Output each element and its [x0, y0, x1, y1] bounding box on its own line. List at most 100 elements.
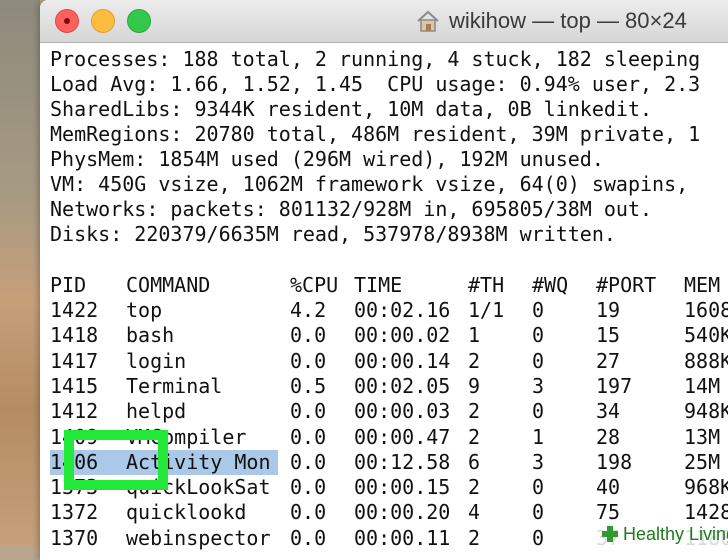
cell-pid: 1418 [50, 323, 99, 348]
cell-time: 00:02.05 [354, 373, 451, 398]
cell-threads: 2 [468, 424, 481, 449]
header-pid: PID [50, 273, 87, 297]
cell-mem: 13M [684, 424, 721, 449]
cell-wq: 1 [532, 424, 545, 449]
watermark-text: Healthy Living [623, 523, 728, 544]
cell-time: 00:00.11 [354, 525, 451, 550]
cell-threads: 6 [468, 449, 481, 474]
header-port: #PORT [596, 273, 657, 297]
annotation-highlight-box [64, 430, 168, 490]
cell-wq: 3 [532, 449, 545, 474]
cell-command: top [126, 298, 163, 322]
cell-time: 00:00.02 [354, 323, 451, 348]
cell-wq: 0 [532, 500, 545, 525]
cell-port: 15 [596, 323, 621, 348]
cell-time: 00:00.15 [354, 475, 451, 500]
cell-mem: 25M [684, 449, 721, 474]
header-mem: MEM [684, 273, 721, 297]
cell-port: 34 [596, 399, 621, 424]
cell-command: login [126, 348, 187, 373]
table-row[interactable]: 1415 Terminal 0.5 00:02.05 9 3 197 14M [50, 374, 728, 399]
summary-disks: Disks: 220379/6635M read, 537978/8938M w… [50, 222, 616, 246]
cell-time: 00:12.58 [354, 449, 451, 474]
maximize-button[interactable] [127, 9, 151, 33]
header-command: COMMAND [126, 273, 211, 297]
cell-time: 00:02.16 [354, 298, 451, 322]
summary-processes: Processes: 188 total, 2 running, 4 stuck… [50, 47, 701, 71]
cell-port: 19 [596, 298, 621, 322]
desktop-background [0, 0, 40, 546]
plus-cross-icon [602, 526, 618, 542]
cell-mem: 1608K [684, 298, 728, 322]
header-time: TIME [354, 273, 403, 297]
cell-cpu: 0.0 [290, 348, 327, 373]
close-button[interactable] [55, 9, 79, 33]
cell-threads: 4 [468, 500, 481, 525]
cell-cpu: 0.0 [290, 500, 327, 525]
cell-port: 28 [596, 424, 621, 449]
cell-threads: 2 [468, 525, 481, 550]
cell-command: Terminal [126, 373, 223, 398]
cell-threads: 2 [468, 475, 481, 500]
cell-pid: 1372 [50, 500, 99, 525]
cell-command: webinspector [126, 525, 271, 550]
cell-time: 00:00.03 [354, 399, 451, 424]
window-title: wikihow — top — 80×24 [449, 8, 687, 33]
cell-port: 198 [596, 449, 633, 474]
summary-load-avg: Load Avg: 1.66, 1.52, 1.45 CPU usage: 0.… [50, 72, 701, 96]
cell-threads: 2 [468, 399, 481, 424]
cell-mem: 540K [684, 323, 728, 348]
cell-wq: 0 [532, 399, 545, 424]
cell-cpu: 0.0 [290, 475, 327, 500]
cell-mem: 948K [684, 399, 728, 424]
minimize-button[interactable] [91, 9, 115, 33]
cell-wq: 0 [532, 323, 545, 348]
title-bar[interactable]: wikihow — top — 80×24 [40, 0, 728, 43]
cell-threads: 2 [468, 348, 481, 373]
summary-networks: Networks: packets: 801132/928M in, 69580… [50, 197, 653, 221]
cell-threads: 9 [468, 373, 481, 398]
cell-threads: 1 [468, 323, 481, 348]
cell-pid: 1412 [50, 399, 99, 424]
cell-cpu: 0.5 [290, 373, 327, 398]
cell-pid: 1422 [50, 298, 99, 322]
cell-wq: 0 [532, 475, 545, 500]
table-header: PID COMMAND %CPU TIME #TH #WQ #PORT MEM [50, 273, 728, 298]
cell-port: 27 [596, 348, 621, 373]
header-threads: #TH [468, 273, 505, 297]
summary-memregions: MemRegions: 20780 total, 486M resident, … [50, 122, 701, 146]
cell-mem: 888K [684, 348, 728, 373]
cell-wq: 0 [532, 298, 545, 322]
table-row[interactable]: 1418 bash 0.0 00:00.02 1 0 15 540K [50, 323, 728, 348]
watermark: Healthy Living [595, 522, 728, 546]
cell-port: 40 [596, 475, 621, 500]
header-wq: #WQ [532, 273, 569, 297]
table-row[interactable]: 1417 login 0.0 00:00.14 2 0 27 888K [50, 349, 728, 374]
cell-wq: 0 [532, 348, 545, 373]
summary-physmem: PhysMem: 1854M used (296M wired), 192M u… [50, 147, 604, 171]
summary-sharedlibs: SharedLibs: 9344K resident, 10M data, 0B… [50, 97, 653, 121]
table-row[interactable]: 1422 top 4.2 00:02.16 1/1 0 19 1608K [50, 298, 728, 323]
cell-cpu: 0.0 [290, 399, 327, 424]
summary-vm: VM: 450G vsize, 1062M framework vsize, 6… [50, 172, 689, 196]
cell-command: quicklookd [126, 500, 247, 525]
cell-cpu: 0.0 [290, 449, 327, 474]
cell-wq: 3 [532, 373, 545, 398]
cell-cpu: 4.2 [290, 298, 327, 322]
home-folder-icon [417, 10, 439, 32]
cell-pid: 1415 [50, 373, 99, 398]
terminal-window: wikihow — top — 80×24 Processes: 188 tot… [40, 0, 728, 560]
cell-pid: 1370 [50, 525, 99, 550]
cell-cpu: 0.0 [290, 323, 327, 348]
cell-command: helpd [126, 399, 187, 424]
cell-time: 00:00.47 [354, 424, 451, 449]
cell-mem: 14M [684, 373, 721, 398]
table-row[interactable]: 1412 helpd 0.0 00:00.03 2 0 34 948K [50, 399, 728, 424]
cell-command: bash [126, 323, 175, 348]
cell-wq: 0 [532, 525, 545, 550]
cell-time: 00:00.14 [354, 348, 451, 373]
cell-pid: 1417 [50, 348, 99, 373]
cell-time: 00:00.20 [354, 500, 451, 525]
cell-mem: 968K [684, 475, 728, 500]
cell-port: 197 [596, 373, 633, 398]
